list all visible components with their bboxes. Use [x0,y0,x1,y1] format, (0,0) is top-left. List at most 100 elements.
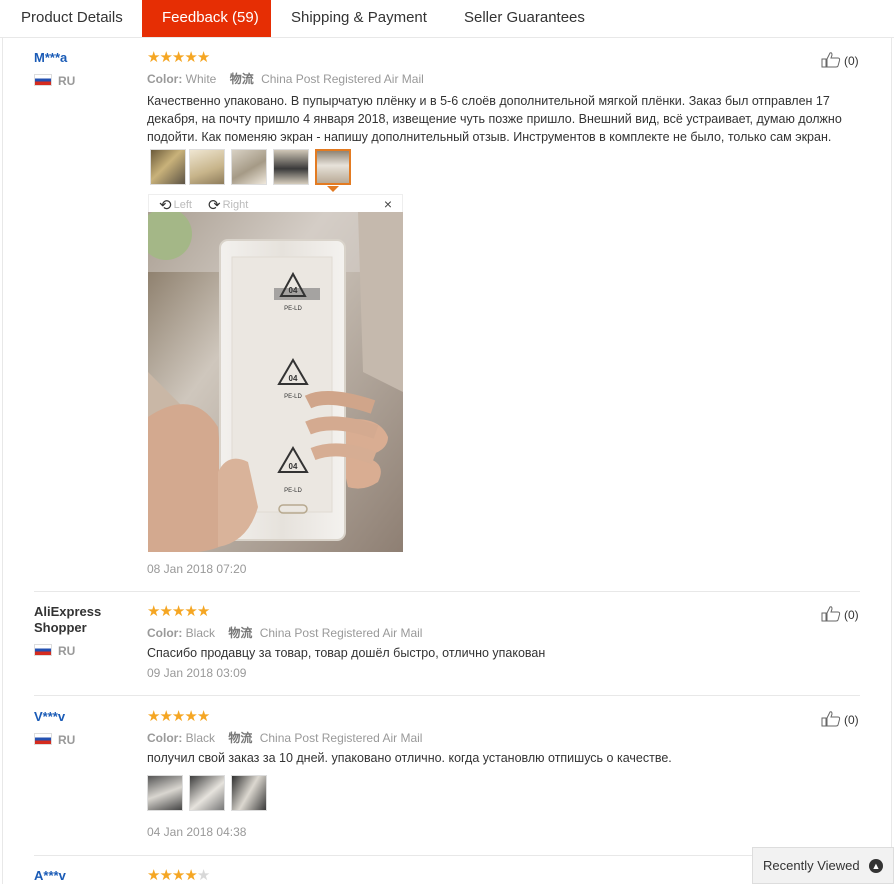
star-filled-icon: ★ [159,708,172,725]
photo-thumbnail[interactable] [231,149,267,185]
tab-shipping-payment[interactable]: Shipping & Payment [271,0,447,37]
flag-icon [34,74,52,86]
star-filled-icon: ★ [184,867,197,884]
reviewer-name: AliExpress Shopper [34,604,102,635]
helpful-button[interactable]: (0) [821,52,859,68]
reviewer-country: RU [34,74,75,88]
star-filled-icon: ★ [196,603,210,620]
order-info: Color: White 物流 China Post Registered Ai… [147,70,424,87]
selected-thumbnail-caret [327,186,339,192]
thumbs-up-icon [821,711,841,727]
review-item: V***v RU ★★★★★ Color: Black 物流 China Pos… [34,707,860,852]
shipping-icon: 物流 [228,626,253,640]
star-filled-icon: ★ [147,867,160,884]
photo-thumbnail[interactable] [273,149,309,185]
color-value: Black [185,731,216,745]
star-filled-icon: ★ [147,603,160,620]
helpful-button[interactable]: (0) [821,711,859,727]
flag-icon [34,733,52,745]
country-code: RU [58,733,76,747]
svg-text:PE-LD: PE-LD [284,306,302,312]
star-filled-icon: ★ [147,49,160,66]
country-code: RU [58,644,76,658]
star-filled-icon: ★ [171,867,185,884]
shipping-method: China Post Registered Air Mail [259,626,423,640]
rotate-left-label: Left [173,199,192,211]
divider [34,855,860,856]
star-filled-icon: ★ [196,708,210,725]
star-filled-icon: ★ [184,603,197,620]
color-value: Black [185,626,216,640]
review-text: Спасибо продавцу за товар, товар дошёл б… [147,646,546,660]
order-info: Color: Black 物流 China Post Registered Ai… [147,729,422,746]
star-rating: ★★★★★ [147,867,210,884]
recently-viewed-button[interactable]: Recently Viewed ▲ [752,847,894,884]
star-filled-icon: ★ [184,708,197,725]
review-text: Качественно упаковано. В пупырчатую плён… [147,94,842,144]
color-label: Color: [147,72,183,86]
star-rating: ★★★★★ [147,49,210,66]
screen-photo-image: 04 04 04 PE-LD PE-LD PE-LD [148,212,403,552]
helpful-count: (0) [844,713,859,727]
chevron-up-icon: ▲ [869,859,883,873]
tab-feedback[interactable]: Feedback (59) [142,0,271,37]
reviewer-name[interactable]: A***v [34,868,134,884]
shipping-method: China Post Registered Air Mail [259,731,423,745]
color-label: Color: [147,626,183,640]
tab-seller-guarantees[interactable]: Seller Guarantees [444,0,605,37]
photo-thumbnail[interactable] [147,775,183,811]
review-date: 08 Jan 2018 07:20 [147,562,247,576]
rotate-right-label: Right [222,199,249,211]
photo-thumbnail[interactable] [189,149,225,185]
reviewer-country: RU [34,733,75,747]
photo-thumbnail[interactable] [150,149,186,185]
star-filled-icon: ★ [171,603,185,620]
tab-bar: Product Details Feedback (59) Shipping &… [0,0,894,38]
star-filled-icon: ★ [159,603,172,620]
photo-thumbnail[interactable] [189,775,225,811]
country-code: RU [58,74,76,88]
shipping-icon: 物流 [229,72,254,86]
color-value: White [185,72,217,86]
recently-viewed-label: Recently Viewed [763,858,860,873]
star-filled-icon: ★ [171,49,185,66]
svg-text:PE-LD: PE-LD [284,488,302,494]
color-label: Color: [147,731,183,745]
svg-text:04: 04 [289,374,298,383]
reviewer-name[interactable]: V***v [34,709,134,725]
reviewer-country: RU [34,644,75,658]
star-rating: ★★★★★ [147,708,210,725]
review-item: AliExpress Shopper RU ★★★★★ Color: Black… [34,602,860,692]
photo-thumbnail-selected[interactable] [315,149,351,185]
flag-icon [34,644,52,656]
reviewer-name[interactable]: M***a [34,50,134,66]
review-photo: 04 04 04 PE-LD PE-LD PE-LD [148,212,403,552]
divider [34,591,860,592]
star-filled-icon: ★ [159,867,172,884]
helpful-count: (0) [844,608,859,622]
tab-product-details[interactable]: Product Details [1,0,143,37]
svg-text:PE-LD: PE-LD [284,394,302,400]
order-info: Color: Black 物流 China Post Registered Ai… [147,624,422,641]
star-filled-icon: ★ [171,708,185,725]
star-filled-icon: ★ [196,49,210,66]
svg-text:04: 04 [289,462,298,471]
star-filled-icon: ★ [159,49,172,66]
review-text: получил свой заказ за 10 дней. упаковано… [147,751,672,765]
divider [34,695,860,696]
star-rating: ★★★★★ [147,603,210,620]
review-date: 04 Jan 2018 04:38 [147,825,247,839]
review-item: A***v ★★★★★ [34,866,860,884]
close-icon[interactable]: × [384,196,392,212]
helpful-count: (0) [844,54,859,68]
shipping-icon: 物流 [228,731,253,745]
shipping-method: China Post Registered Air Mail [261,72,424,86]
star-filled-icon: ★ [184,49,197,66]
svg-text:04: 04 [289,286,298,295]
photo-thumbnail[interactable] [231,775,267,811]
helpful-button[interactable]: (0) [821,606,859,622]
viewer-toolbar: ⟲ Left ⟳ Right × [148,194,403,214]
photo-viewer: ⟲ Left ⟳ Right × 04 04 04 PE-LD PE-LD PE… [148,194,403,552]
thumbs-up-icon [821,606,841,622]
star-filled-icon: ★ [147,708,160,725]
